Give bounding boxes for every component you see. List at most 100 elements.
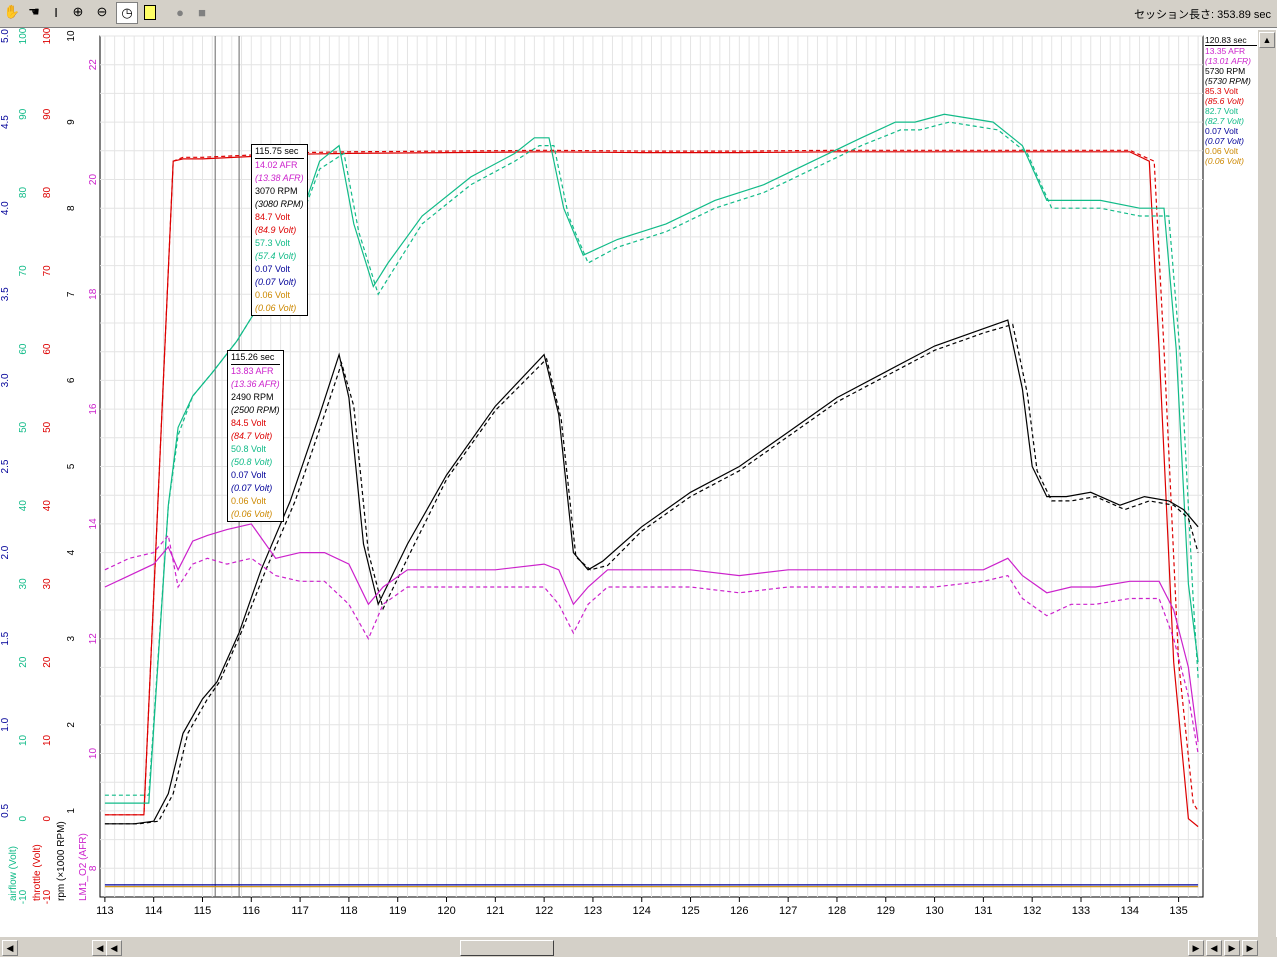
y-tick-label: 0	[18, 816, 29, 822]
y-tick-label: 60	[42, 343, 53, 355]
tooltip-value: (0.06 Volt)	[231, 509, 273, 519]
tooltip-value: (13.38 AFR)	[255, 173, 304, 183]
x-tick-label: 132	[1023, 905, 1041, 917]
tooltip-value: 3070 RPM	[255, 186, 298, 196]
tooltip-value: 50.8 Volt	[231, 444, 267, 454]
y-tick-label: 0	[42, 816, 53, 822]
scroll-right-icon[interactable]: ▶	[1188, 940, 1204, 956]
stop-icon[interactable]: ■	[192, 2, 212, 22]
notes-icon[interactable]	[140, 2, 160, 22]
tooltip-value: 84.5 Volt	[231, 418, 267, 428]
scroll-up-icon[interactable]: ▲	[1259, 32, 1275, 48]
y-tick-label: 8	[88, 865, 99, 871]
tooltip-value: (0.06 Volt)	[1205, 156, 1244, 166]
tooltip-value: 0.07 Volt	[1205, 126, 1239, 136]
tooltip-value: 0.06 Volt	[1205, 146, 1239, 156]
y-tick-label: 16	[88, 403, 99, 415]
tooltip-value: (2500 RPM)	[231, 405, 280, 415]
gauge-icon[interactable]: ◷	[116, 2, 138, 24]
cursor-value-panel: 120.83 sec 13.35 AFR (13.01 AFR) 5730 RPM (5…	[1205, 35, 1257, 166]
tooltip-value: 2490 RPM	[231, 392, 274, 402]
scroll-right-end-icon[interactable]: ▶	[1224, 940, 1240, 956]
y-tick-label: 4.5	[0, 115, 11, 129]
axis-title: throttle (Volt)	[32, 844, 43, 901]
tooltip-value: (50.8 Volt)	[231, 457, 273, 467]
tooltip-value: (13.36 AFR)	[231, 379, 280, 389]
y-tick-label: 1.0	[0, 717, 11, 731]
y-tick-label: 50	[42, 421, 53, 433]
horizontal-scrollbar[interactable]: ◀ ◀ ◀ ▶ ◀ ▶ ▶	[0, 937, 1277, 957]
tooltip-time: 115.26 sec	[231, 351, 280, 365]
tooltip-value: (0.07 Volt)	[1205, 136, 1244, 146]
log-chart[interactable]: 810121416182022LM1_O2 (AFR)12345678910rp…	[0, 28, 1258, 936]
x-tick-label: 131	[974, 905, 992, 917]
y-tick-label: 0.5	[0, 804, 11, 818]
x-tick-label: 129	[877, 905, 895, 917]
tooltip-value: 82.7 Volt	[1205, 106, 1239, 116]
y-tick-label: 9	[66, 119, 77, 125]
y-tick-label: 60	[18, 343, 29, 355]
x-tick-label: 128	[828, 905, 846, 917]
tooltip-value: 85.3 Volt	[1205, 86, 1239, 96]
tooltip-value: 0.06 Volt	[231, 496, 267, 506]
x-tick-label: 120	[437, 905, 455, 917]
y-tick-label: 90	[18, 108, 29, 120]
x-tick-label: 123	[584, 905, 602, 917]
toolbar: ✋ ☚ I ⊕ ⊖ ◷ ● ■ セッション長さ: 353.89 sec	[0, 0, 1277, 28]
hand-icon[interactable]: ✋	[2, 2, 22, 22]
tooltip-value: (57.4 Volt)	[255, 251, 297, 261]
record-icon[interactable]: ●	[170, 2, 190, 22]
y-tick-label: 20	[18, 656, 29, 668]
y-tick-label: 6	[66, 377, 77, 383]
y-tick-label: 10	[42, 734, 53, 746]
tooltip-value: (84.7 Volt)	[231, 431, 273, 441]
y-tick-label: 3.0	[0, 373, 11, 387]
tooltip-value: (85.6 Volt)	[1205, 96, 1244, 106]
tooltip-value: 5730 RPM	[1205, 66, 1246, 76]
y-tick-label: 14	[88, 518, 99, 530]
y-tick-label: 1.5	[0, 631, 11, 645]
text-cursor-icon[interactable]: I	[46, 2, 66, 22]
y-tick-label: 18	[88, 288, 99, 300]
tooltip-value: (0.07 Volt)	[255, 277, 297, 287]
tooltip-value: 0.07 Volt	[231, 470, 267, 480]
y-tick-label: 2.5	[0, 459, 11, 473]
zoom-out-icon[interactable]: ⊖	[92, 2, 112, 22]
x-tick-label: 134	[1121, 905, 1139, 917]
tooltip-value: 13.83 AFR	[231, 366, 274, 376]
session-length: セッション長さ: 353.89 sec	[1134, 9, 1271, 21]
y-tick-label: 2	[66, 722, 77, 728]
y-tick-label: 100	[42, 28, 53, 44]
scroll-far-right-icon[interactable]: ▶	[1242, 940, 1258, 956]
y-tick-label: 20	[88, 174, 99, 186]
x-tick-label: 130	[925, 905, 943, 917]
axes: 810121416182022LM1_O2 (AFR)12345678910rp…	[0, 28, 99, 904]
tooltip-value: 14.02 AFR	[255, 160, 298, 170]
scroll-right-page-icon[interactable]: ◀	[1206, 940, 1222, 956]
scroll-thumb[interactable]	[460, 940, 554, 956]
y-tick-label: 4.0	[0, 201, 11, 215]
y-tick-label: 3	[66, 635, 77, 641]
y-tick-label: 80	[18, 187, 29, 199]
zoom-in-icon[interactable]: ⊕	[68, 2, 88, 22]
x-tick-label: 113	[96, 905, 114, 917]
y-tick-label: 1	[66, 808, 77, 814]
y-tick-label: 8	[66, 205, 77, 211]
grab-icon[interactable]: ☚	[24, 2, 44, 22]
tooltip-time: 120.83 sec	[1205, 35, 1257, 46]
x-tick-label: 121	[486, 905, 504, 917]
x-tick-label: 135	[1169, 905, 1187, 917]
tooltip-value: (13.01 AFR)	[1205, 56, 1251, 66]
scroll-left-page-icon[interactable]: ◀	[106, 940, 122, 956]
y-tick-label: 7	[66, 291, 77, 297]
y-tick-label: 80	[42, 187, 53, 199]
x-tick-label: 133	[1072, 905, 1090, 917]
y-tick-label: 20	[42, 656, 53, 668]
y-tick-label: 70	[42, 265, 53, 277]
tooltip-value: (84.9 Volt)	[255, 225, 297, 235]
vertical-scrollbar[interactable]: ▲	[1258, 30, 1276, 937]
y-tick-label: 10	[18, 734, 29, 746]
tooltip-cursor-2: 115.75 sec 14.02 AFR (13.38 AFR) 3070 RPM (3…	[251, 144, 308, 316]
scroll-left-end-icon[interactable]: ◀	[2, 940, 18, 956]
tooltip-value: 57.3 Volt	[255, 238, 291, 248]
